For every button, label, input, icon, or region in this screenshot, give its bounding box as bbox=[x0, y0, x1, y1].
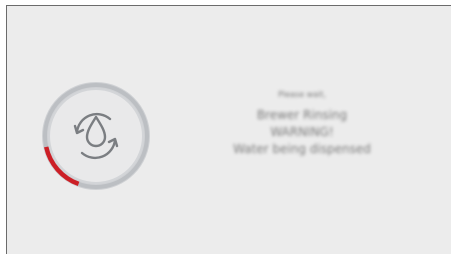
warning-text: WARNING! bbox=[270, 125, 334, 139]
please-wait-text: Please wait, bbox=[278, 90, 326, 99]
brewer-status-screen: Please wait, Brewer Rinsing WARNING! Wat… bbox=[6, 5, 451, 254]
status-message: Please wait, Brewer Rinsing WARNING! Wat… bbox=[192, 90, 412, 157]
rinse-progress-dial bbox=[39, 79, 153, 193]
progress-dial-graphic bbox=[42, 82, 150, 190]
rinsing-status-text: Brewer Rinsing bbox=[256, 108, 348, 122]
water-dispensed-text: Water being dispensed bbox=[233, 142, 371, 156]
dial-face bbox=[48, 88, 144, 184]
